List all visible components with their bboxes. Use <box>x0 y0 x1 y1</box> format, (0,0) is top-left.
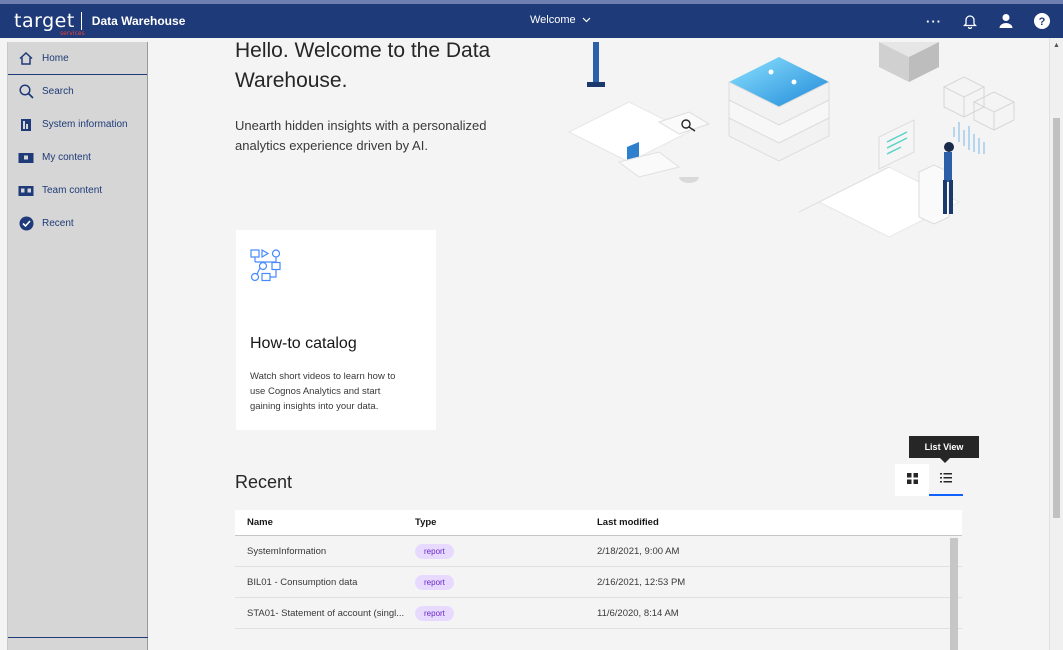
sidebar-item-label: System information <box>42 119 128 130</box>
column-header-type[interactable]: Type <box>415 517 597 528</box>
brand-logo-sub: services <box>60 30 85 37</box>
table-row[interactable]: SystemInformation report 2/18/2021, 9:00… <box>235 536 962 567</box>
recent-heading: Recent <box>235 472 293 492</box>
page-scrollbar[interactable]: ▲ <box>1049 38 1063 650</box>
hero-illustration <box>567 42 1016 238</box>
list-view-tooltip: List View <box>909 436 979 463</box>
grid-icon <box>906 471 918 489</box>
tile-view-button[interactable] <box>895 464 929 496</box>
scrollbar-thumb[interactable] <box>1053 118 1060 518</box>
sidebar-item-label: Home <box>42 52 69 64</box>
sidebar-item-search[interactable]: Search <box>8 75 147 108</box>
column-header-name[interactable]: Name <box>235 517 415 528</box>
welcome-label: Welcome <box>530 14 576 26</box>
recent-icon <box>18 216 34 232</box>
brand[interactable]: target services Data Warehouse <box>0 4 210 38</box>
page-title: Hello. Welcome to the Data Warehouse. <box>235 42 491 92</box>
page-subtitle: Unearth hidden insights with a personali… <box>235 118 487 153</box>
how-to-catalog-card[interactable]: How-to catalog Watch short videos to lea… <box>236 230 436 430</box>
sidebar-divider <box>8 637 148 638</box>
row-name[interactable]: BIL01 - Consumption data <box>235 577 415 588</box>
column-header-last-modified[interactable]: Last modified <box>597 517 962 528</box>
brand-logo: target services <box>14 10 85 37</box>
sidebar-item-system-information[interactable]: System information <box>8 108 147 141</box>
search-icon <box>18 84 34 100</box>
card-title: How-to catalog <box>250 335 357 352</box>
sidebar-item-label: My content <box>42 152 91 163</box>
sidebar-item-label: Search <box>42 86 74 97</box>
notification-bell-icon[interactable] <box>961 12 979 30</box>
table-row[interactable]: BIL01 - Consumption data report 2/16/202… <box>235 567 962 598</box>
team-content-icon <box>18 183 34 199</box>
home-icon <box>18 50 34 66</box>
top-bar: target services Data Warehouse Welcome ·… <box>0 0 1063 38</box>
flowchart-icon <box>250 248 286 288</box>
type-tag: report <box>415 605 454 621</box>
row-name[interactable]: SystemInformation <box>235 546 415 557</box>
list-view-button[interactable] <box>929 464 963 496</box>
sidebar-item-label: Recent <box>42 218 74 229</box>
sidebar-item-my-content[interactable]: My content <box>8 141 147 174</box>
view-toggle <box>895 464 963 496</box>
main-content: Hello. Welcome to the Data Warehouse. Un… <box>149 42 1049 650</box>
brand-separator <box>80 12 82 30</box>
sidebar-item-home[interactable]: Home <box>8 42 147 75</box>
table-row[interactable]: STA01- Statement of account (singl... re… <box>235 598 962 629</box>
row-modified: 11/6/2020, 8:14 AM <box>597 607 679 619</box>
table-header: Name Type Last modified <box>235 510 962 536</box>
row-modified: 2/16/2021, 12:53 PM <box>597 576 686 588</box>
welcome-menu[interactable]: Welcome <box>530 14 591 26</box>
my-content-icon <box>18 150 34 166</box>
table-scrollbar[interactable] <box>950 538 958 650</box>
row-name[interactable]: STA01- Statement of account (singl... <box>235 608 415 619</box>
sidebar-item-team-content[interactable]: Team content <box>8 174 147 207</box>
card-description: Watch short videos to learn how to use C… <box>250 371 396 412</box>
user-icon[interactable] <box>997 12 1015 30</box>
chevron-down-icon <box>582 14 591 26</box>
type-tag: report <box>415 574 454 590</box>
list-icon <box>940 470 952 488</box>
type-tag: report <box>415 543 454 559</box>
scroll-up-arrow-icon[interactable]: ▲ <box>1053 42 1060 49</box>
system-info-icon <box>18 117 34 133</box>
help-icon[interactable]: ? <box>1033 12 1051 30</box>
svg-text:?: ? <box>1039 16 1046 28</box>
row-modified: 2/18/2021, 9:00 AM <box>597 545 680 557</box>
sidebar-item-recent[interactable]: Recent <box>8 207 147 240</box>
recent-table: Name Type Last modified SystemInformatio… <box>235 510 962 650</box>
sidebar-item-label: Team content <box>42 185 103 196</box>
sidebar: Home Search System information My conten… <box>8 42 148 650</box>
left-edge <box>0 42 8 650</box>
more-icon[interactable]: ··· <box>925 12 943 30</box>
app-name: Data Warehouse <box>91 14 186 28</box>
